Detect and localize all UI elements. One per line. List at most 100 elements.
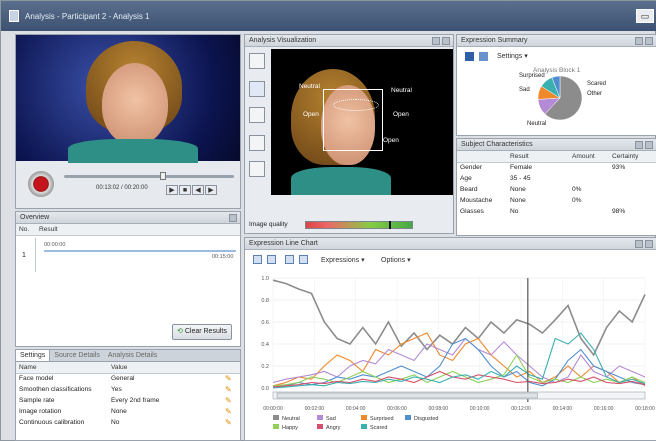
summary-header: Expression Summary [457,35,656,47]
label-open-left: Open [303,111,319,118]
setting-name: Smoothen classifications [19,386,92,393]
legend-swatch [361,415,367,420]
panel-close-icon[interactable] [442,37,450,45]
setting-value[interactable]: No [108,417,222,428]
image-quality-label: Image quality [249,221,288,228]
row-number-cell: 1 [16,238,36,272]
time-display: 00:13:02 / 00:20:00 [96,185,148,191]
step-back-button[interactable]: ◀ [192,185,204,195]
step-forward-button[interactable]: ▶ [205,185,217,195]
video-shirt [68,139,198,163]
table-row: Image rotation None ✎ [16,406,240,417]
result-end-time: 00:15:00 [212,254,234,260]
tab-settings[interactable]: Settings [16,350,51,361]
setting-value[interactable]: Yes [108,384,222,395]
edit-icon[interactable]: ✎ [225,385,232,394]
table-row: Gender Female 93% [460,164,626,172]
legend-label[interactable]: Scared [370,425,387,431]
save-icon[interactable] [465,52,474,61]
x-tick-label: 00:06:00 [387,406,407,412]
zoom-out-icon[interactable] [299,255,308,264]
legend-label[interactable]: Neutral [282,416,300,422]
save-icon[interactable] [253,255,262,264]
table-row: Beard None 0% [460,186,582,193]
panel-close-icon[interactable] [645,141,653,149]
view-face-icon[interactable] [249,81,265,97]
seek-thumb[interactable] [160,172,166,180]
eye-markers [333,99,379,111]
edit-icon[interactable]: ✎ [225,374,232,383]
legend-swatch [361,424,367,429]
label-open-mouth: Open [383,137,399,144]
panel-close-icon[interactable] [229,214,237,222]
setting-name: Image rotation [19,408,62,415]
edit-icon[interactable]: ✎ [225,396,232,405]
col-name: Name [16,362,108,374]
app-icon [9,10,19,22]
image-quality-bar [305,221,413,229]
table-row: Moustache None 0% [460,197,582,204]
refresh-icon[interactable] [267,255,276,264]
viz-shirt [291,167,391,195]
tab-source-details[interactable]: Source Details [50,350,104,361]
table-row: Face model General ✎ [16,373,240,384]
tab-analysis-details[interactable]: Analysis Details [104,350,161,361]
summary-panel: Expression Summary Settings ▾ Analysis B… [456,34,656,136]
app-window: Analysis - Participant 2 - Analysis 1 ▭ … [0,0,656,441]
legend-label[interactable]: Surprised [370,416,394,422]
result-timeline[interactable] [44,250,236,252]
options-menu[interactable]: Options ▾ [381,256,411,264]
y-tick-label: 0.2 [261,364,269,370]
expressions-menu[interactable]: Expressions ▾ [321,256,365,264]
overview-header: Overview [16,212,240,224]
legend-label[interactable]: Sad [326,416,336,422]
expressions-menu-label: Expressions [321,257,360,264]
legend-label[interactable]: Angry [326,425,341,431]
subject-table: Result Amount Certainty Gender Female 93% Ag… [457,151,656,217]
view-frame-icon[interactable] [249,53,265,69]
panel-close-icon[interactable] [645,240,653,248]
col-result: Result [36,224,240,236]
settings-table: Name Value Face model General ✎ Smoothen cl… [16,362,240,428]
legend-label[interactable]: Happy [282,425,298,431]
y-tick-label: 0.6 [261,320,269,326]
edit-icon[interactable]: ✎ [225,418,232,427]
panel-pin-icon[interactable] [635,240,643,248]
copy-icon[interactable] [479,52,488,61]
visualization-panel: Analysis Visualization Neutral Neutral O… [244,34,454,234]
settings-menu[interactable]: Settings ▾ [497,52,528,60]
clear-results-button[interactable]: ⟲ Clear Results [172,324,232,340]
view-lines-icon[interactable] [249,135,265,151]
setting-name: Continuous calibration [19,419,85,426]
record-button[interactable] [28,171,54,197]
visualization-title: Analysis Visualization [249,37,317,44]
scrollbar-thumb[interactable] [276,392,538,399]
edit-icon[interactable]: ✎ [225,407,232,416]
legend-swatch [405,415,411,420]
view-grid-icon[interactable] [249,107,265,123]
y-tick-label: 0.8 [261,298,269,304]
pie-chart [537,75,583,121]
x-tick-label: 00:08:00 [429,406,449,412]
legend-label[interactable]: Disgusted [414,416,438,422]
zoom-in-icon[interactable] [285,255,294,264]
image-quality-marker [388,221,391,229]
setting-value[interactable]: None [108,406,222,417]
setting-value[interactable]: Every 2nd frame [108,395,222,406]
seek-slider[interactable] [64,175,234,178]
overview-title: Overview [20,214,50,221]
view-expand-icon[interactable] [249,161,265,177]
play-button[interactable]: ▶ [166,185,178,195]
setting-value[interactable]: General [108,373,222,384]
label-neutral-left: Neutral [299,83,320,90]
restore-button[interactable]: ▭ [636,9,654,23]
panel-pin-icon[interactable] [635,141,643,149]
expression-line-chart: 1.0 0.8 0.6 0.4 0.2 0.0 00:00:00 00:02:00 00:04:… [261,276,655,431]
table-row: Sample rate Every 2nd frame ✎ [16,395,240,406]
summary-title: Expression Summary [461,37,528,44]
panel-pin-icon[interactable] [432,37,440,45]
panel-close-icon[interactable] [645,37,653,45]
panel-pin-icon[interactable] [635,37,643,45]
stop-button[interactable]: ■ [179,185,191,195]
x-tick-label: 00:04:00 [346,406,366,412]
